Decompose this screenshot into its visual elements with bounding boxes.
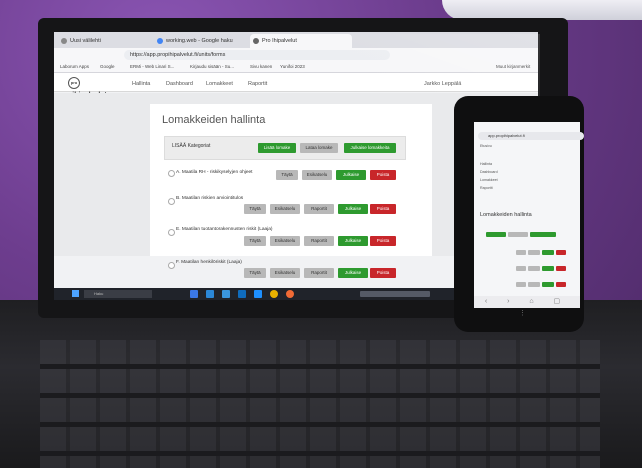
tab-icon <box>61 38 67 44</box>
forms-panel <box>150 104 432 256</box>
bookmark[interactable]: Laborum Apps <box>60 62 89 72</box>
phone-row-button[interactable] <box>556 282 566 287</box>
reports-dropdown[interactable]: Raportit <box>304 268 334 278</box>
phone-row-button[interactable] <box>542 282 554 287</box>
phone-menu-item[interactable]: Hallinta <box>480 162 492 166</box>
bookmark[interactable]: ERMi - Web Linari S... <box>130 62 174 72</box>
row-radio[interactable] <box>168 170 175 177</box>
phone-add-button[interactable] <box>486 232 506 237</box>
bookmark[interactable]: Muut kirjanmerkit <box>496 62 530 72</box>
preview-button[interactable]: Esikatselu <box>270 236 300 246</box>
import-form-button[interactable]: Lataa lomake <box>300 143 338 153</box>
publish-button[interactable]: Julkaise <box>338 204 368 214</box>
bookmarks-bar: Laborum Apps Google ERMi - Web Linari S.… <box>54 62 538 73</box>
phone-status-bar <box>474 122 580 130</box>
publish-forms-button[interactable]: Julkaise lomakkeita <box>344 143 396 153</box>
bookmark[interactable]: Kirjaudu sisään - Su... <box>190 62 234 72</box>
phone-row-button[interactable] <box>542 266 554 271</box>
bookmark[interactable]: Yunifoi 2023 <box>280 62 305 72</box>
publish-button[interactable]: Julkaise <box>336 170 366 180</box>
fill-button[interactable]: Täytä <box>244 268 266 278</box>
phone-address-bar[interactable]: app.propihipalvelut.fi <box>478 132 584 140</box>
phone-menu-item[interactable]: Etusivu <box>480 144 492 148</box>
chrome-icon[interactable] <box>270 290 278 298</box>
taskbar-search[interactable]: Haku <box>84 290 152 298</box>
delete-button[interactable]: Poista <box>370 268 396 278</box>
delete-button[interactable]: Poista <box>370 170 396 180</box>
teams-icon[interactable] <box>254 290 262 298</box>
fill-button[interactable]: Täytä <box>244 236 266 246</box>
nav-dashboard[interactable]: Dashboard <box>166 78 193 90</box>
phone-row-button[interactable] <box>528 250 540 255</box>
mail-icon[interactable] <box>206 290 214 298</box>
tab-label: Pro Ihipalvelut <box>262 38 297 44</box>
white-object-corner <box>442 0 642 20</box>
phone-row-button[interactable] <box>542 250 554 255</box>
delete-button[interactable]: Poista <box>370 236 396 246</box>
google-icon <box>157 38 163 44</box>
preview-button[interactable]: Esikatselu <box>270 204 300 214</box>
app-logo[interactable]: propihipalvelut <box>68 77 118 99</box>
nav-lomakkeet[interactable]: Lomakkeet <box>206 78 233 90</box>
bookmark[interactable]: Sivu kanen <box>250 62 272 72</box>
browser-tab-2[interactable]: working.web - Google haku <box>154 34 256 48</box>
publish-button[interactable]: Julkaise <box>338 236 368 246</box>
phone-row-button[interactable] <box>528 282 540 287</box>
tab-label: Uusi välilehti <box>70 38 101 44</box>
fill-button[interactable]: Täytä <box>244 204 266 214</box>
category-dropdown[interactable]: LISÄÄ Kategoriat <box>172 143 210 149</box>
page-title: Lomakkeiden hallinta <box>162 114 266 126</box>
file-explorer-icon[interactable] <box>190 290 198 298</box>
row-radio[interactable] <box>168 262 175 269</box>
form-row-label: E. Maatilan tuotantorakennusten riskit (… <box>176 227 273 232</box>
preview-button[interactable]: Esikatselu <box>302 170 332 180</box>
phone-row-button[interactable] <box>516 266 526 271</box>
phone-publish-button[interactable] <box>530 232 556 237</box>
publish-button[interactable]: Julkaise <box>338 268 368 278</box>
phone-menu-item[interactable]: Lomakkeet <box>480 178 498 182</box>
outlook-icon[interactable] <box>238 290 246 298</box>
form-row-label: B. Maatilan riskien arviointitulos <box>176 196 244 201</box>
tab-label: working.web - Google haku <box>166 38 233 44</box>
delete-button[interactable]: Poista <box>370 204 396 214</box>
form-row-label: A. Maatila RH - riskikyselyjen ohjeet <box>176 170 253 175</box>
windows-start-icon[interactable] <box>72 290 79 297</box>
bookmark[interactable]: Google <box>100 62 115 72</box>
browser-tab-1[interactable]: Uusi välilehti <box>58 34 142 48</box>
reports-dropdown[interactable]: Raportit <box>304 236 334 246</box>
phone-row-button[interactable] <box>516 250 526 255</box>
preview-button[interactable]: Esikatselu <box>270 268 300 278</box>
reports-dropdown[interactable]: Raportit <box>304 204 334 214</box>
browser-tab-3[interactable]: Pro Ihipalvelut <box>250 34 352 48</box>
phone-import-button[interactable] <box>508 232 528 237</box>
phone-row-button[interactable] <box>528 266 540 271</box>
fill-button[interactable]: Täytä <box>276 170 298 180</box>
row-radio[interactable] <box>168 229 175 236</box>
app-navbar <box>54 73 538 92</box>
nav-raportit[interactable]: Raportit <box>248 78 267 90</box>
phone-row-button[interactable] <box>556 250 566 255</box>
edge-icon[interactable] <box>222 290 230 298</box>
logo-mark: pro <box>68 77 80 89</box>
keyboard-rows <box>40 340 600 468</box>
system-tray[interactable] <box>360 291 430 297</box>
phone-menu-item[interactable]: Dashboard <box>480 170 498 174</box>
phone-nav-bar[interactable]: ‹ › ⌂ ▢ ⋮ <box>474 296 580 317</box>
add-form-button[interactable]: Lisää lomake <box>258 143 296 153</box>
user-menu[interactable]: Jarkko Leppälä <box>424 78 461 90</box>
browser-tab-bar: Uusi välilehti working.web - Google haku… <box>54 32 538 48</box>
phone-page-title: Lomakkeiden hallinta <box>480 212 532 218</box>
address-bar[interactable]: https://app.propihipalvelut.fi/units/for… <box>124 50 390 60</box>
row-radio[interactable] <box>168 198 175 205</box>
phone-menu-item[interactable]: Raportit <box>480 186 493 190</box>
firefox-icon[interactable] <box>286 290 294 298</box>
form-row-label: F. Maatilan henkilöriskit (Laaja) <box>176 260 242 265</box>
phone-row-button[interactable] <box>556 266 566 271</box>
tab-icon <box>253 38 259 44</box>
phone-row-button[interactable] <box>516 282 526 287</box>
nav-hallinta[interactable]: Hallinta <box>132 78 150 90</box>
